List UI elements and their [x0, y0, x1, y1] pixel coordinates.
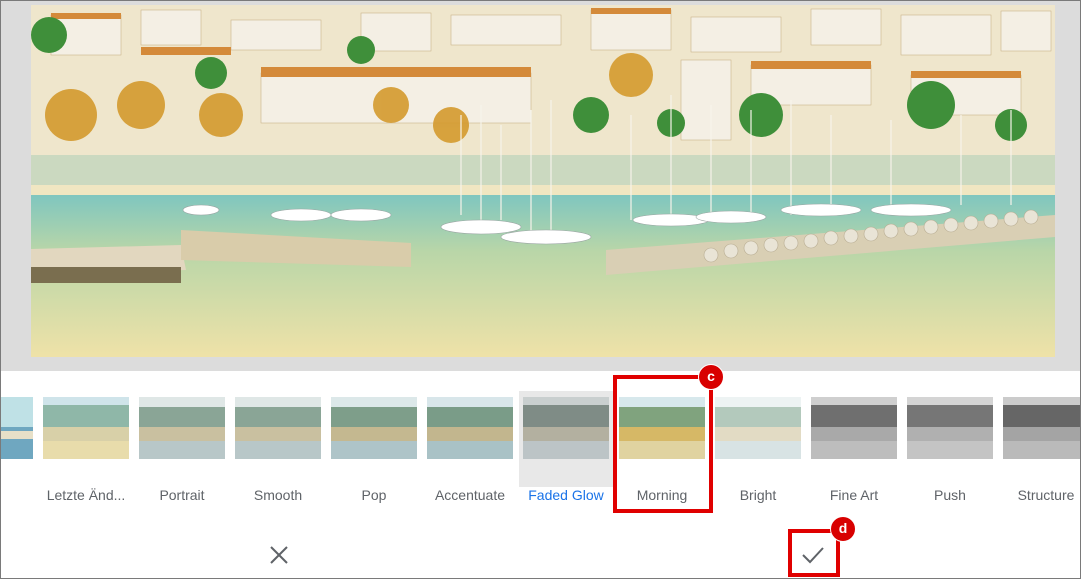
filter-item-accentuate[interactable]: Accentuate: [427, 397, 513, 517]
filter-thumbnail: [523, 397, 609, 459]
filter-strip[interactable]: Letzte Änd... Portrait Smooth Pop Accent…: [1, 371, 1080, 511]
filter-thumbnail: [811, 397, 897, 459]
filter-thumbnail: [235, 397, 321, 459]
annotation-marker-c: c: [698, 364, 724, 390]
filter-thumbnail: [1003, 397, 1080, 459]
filter-thumbnail: [427, 397, 513, 459]
annotation-marker-d: d: [830, 516, 856, 542]
filter-item-structure[interactable]: Structure: [1003, 397, 1080, 517]
filter-thumbnail: [43, 397, 129, 459]
photo-canvas-area: [1, 1, 1080, 371]
filter-thumbnail: [331, 397, 417, 459]
harbor-photo: [31, 5, 1055, 357]
annotation-box-morning: [613, 375, 713, 513]
cancel-button[interactable]: [263, 539, 295, 571]
filter-item-push[interactable]: Push: [907, 397, 993, 517]
filter-thumbnail: [1, 397, 33, 459]
filter-item-letzte-aenderung[interactable]: Letzte Änd...: [43, 397, 129, 517]
filter-item-pop[interactable]: Pop: [331, 397, 417, 517]
filter-item-faded-glow[interactable]: Faded Glow: [523, 397, 609, 517]
filter-thumbnail: [715, 397, 801, 459]
photo-preview: [31, 5, 1055, 357]
filter-item-portrait[interactable]: Portrait: [139, 397, 225, 517]
close-icon: [270, 546, 288, 564]
filter-label: Structure: [1017, 487, 1075, 503]
filter-thumbnail: [907, 397, 993, 459]
action-bar: [1, 511, 1080, 578]
filter-item-fine-art[interactable]: Fine Art: [811, 397, 897, 517]
photo-editor-window: Letzte Änd... Portrait Smooth Pop Accent…: [0, 0, 1081, 579]
filter-item-bright[interactable]: Bright: [715, 397, 801, 517]
filter-item-smooth[interactable]: Smooth: [235, 397, 321, 517]
filter-thumbnail: [139, 397, 225, 459]
